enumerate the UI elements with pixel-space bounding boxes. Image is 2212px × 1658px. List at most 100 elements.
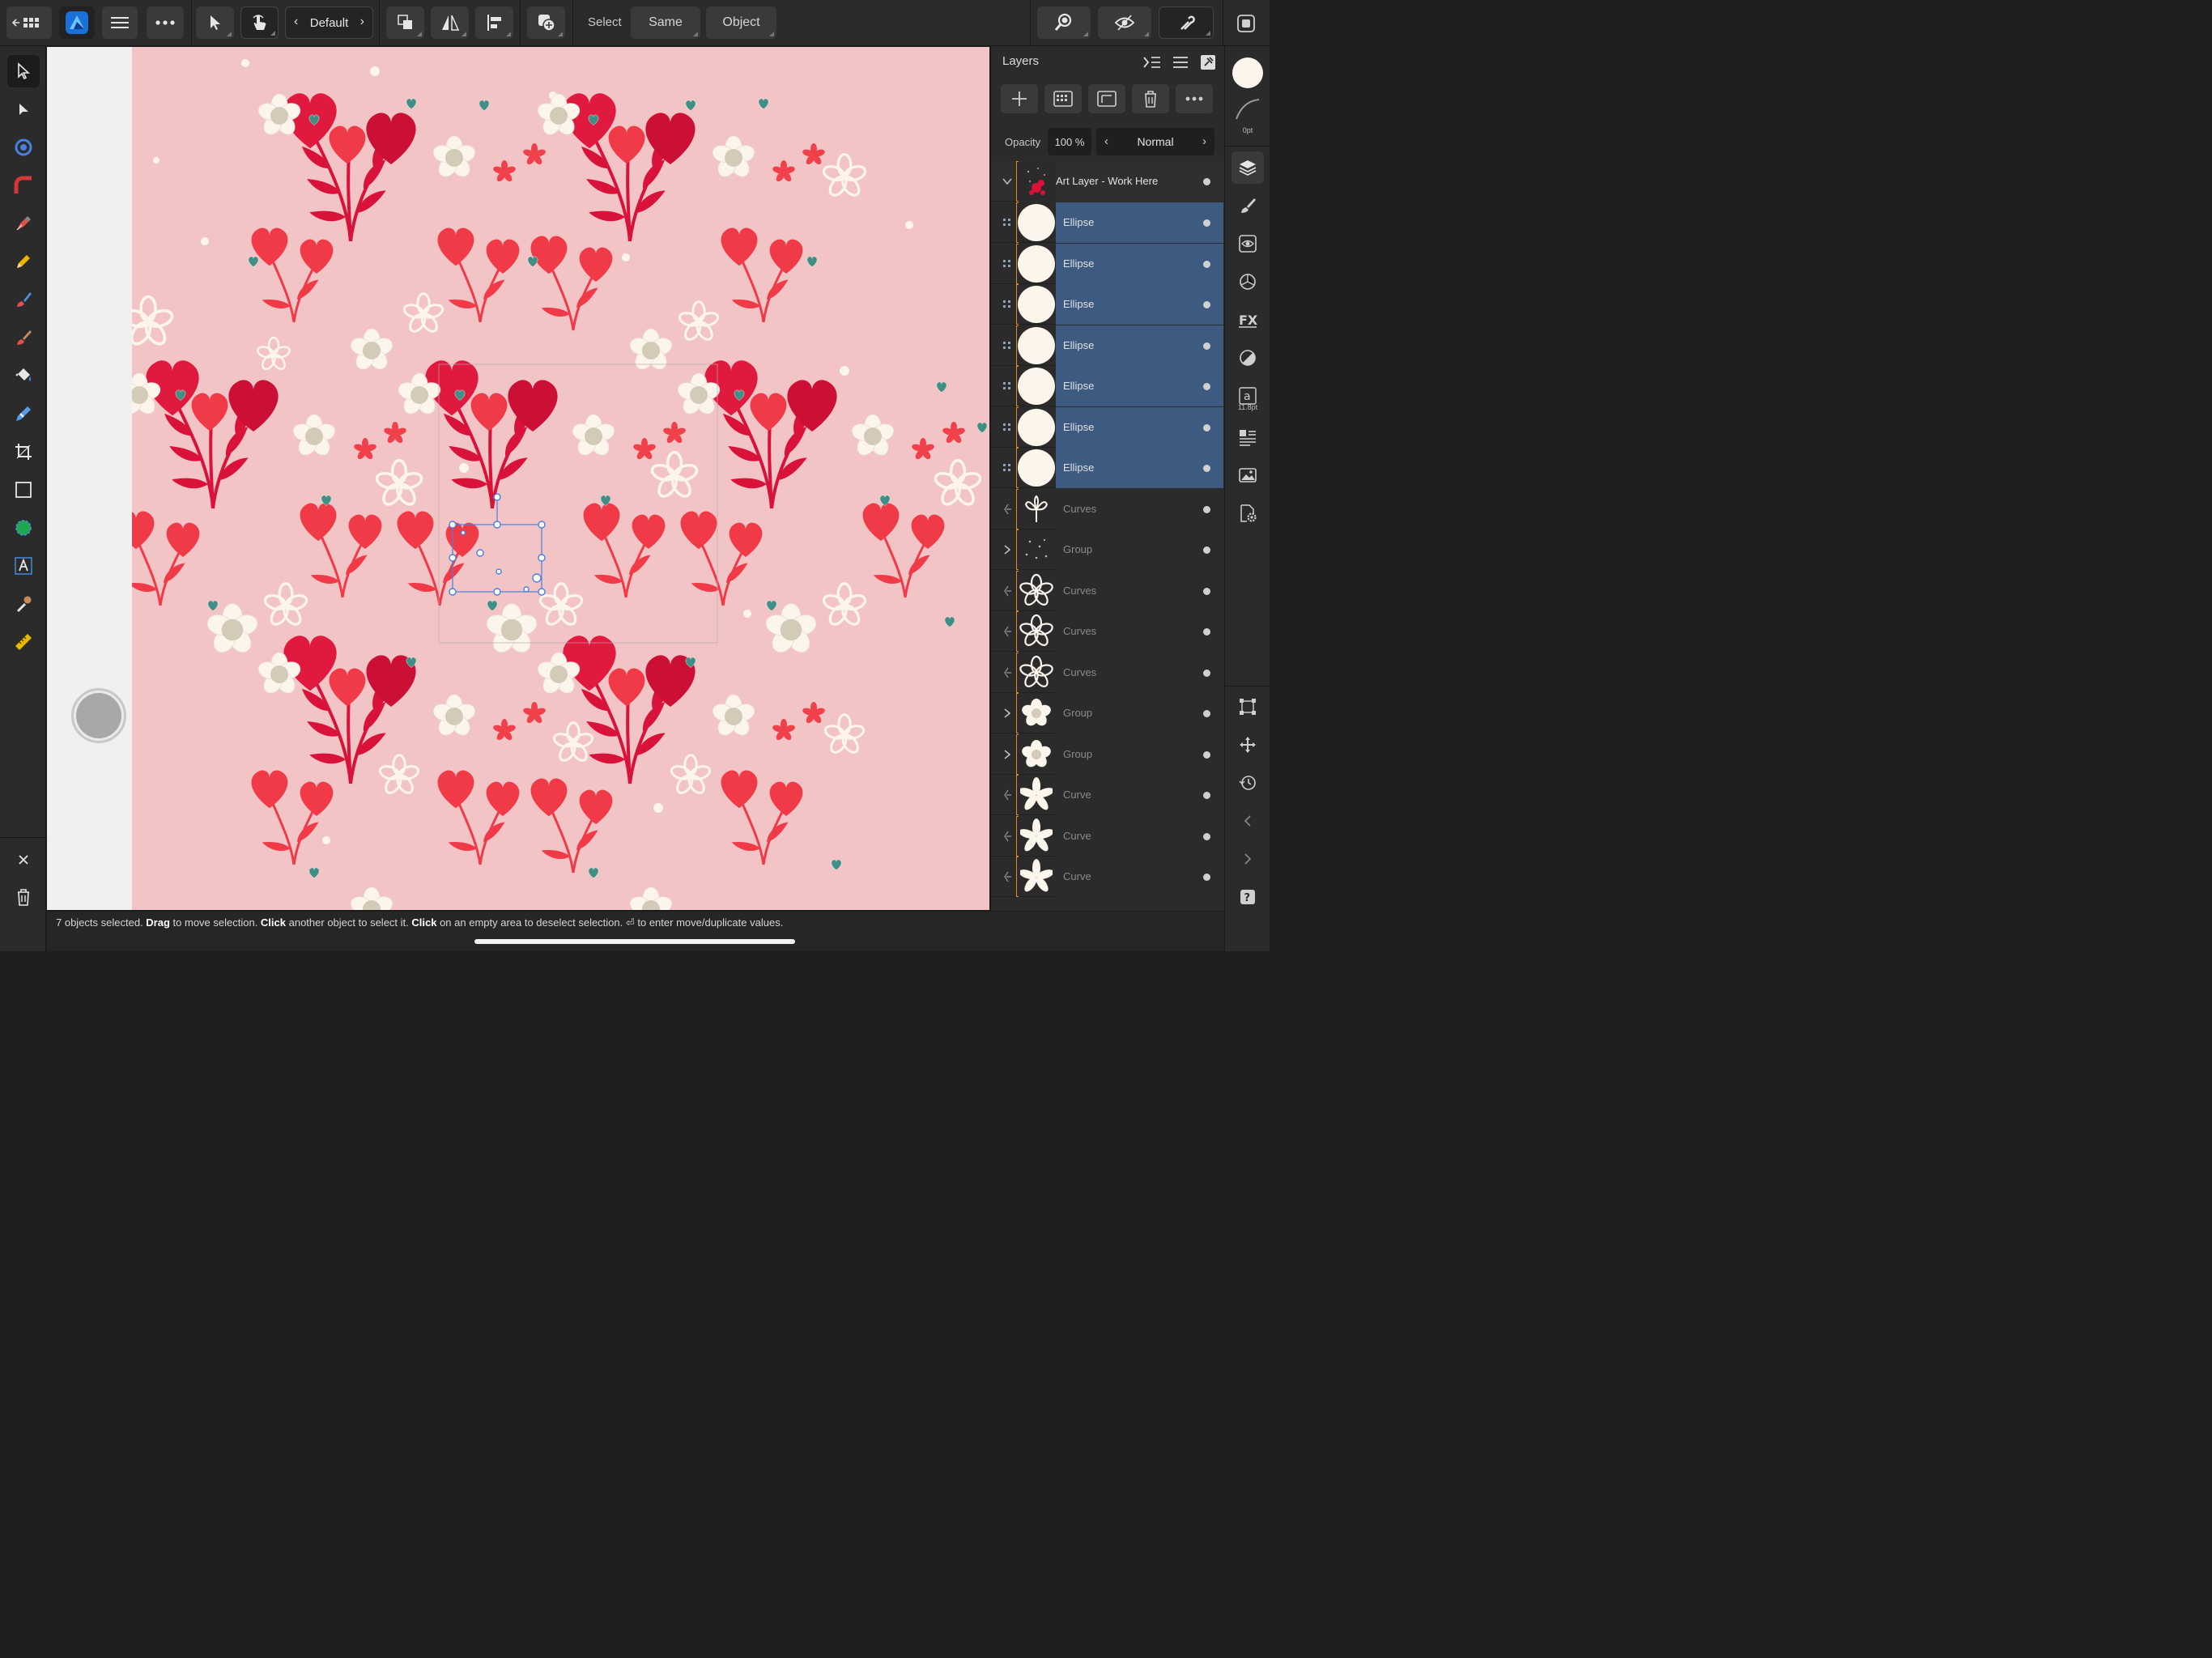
swatches-studio-button[interactable]: [1231, 266, 1264, 298]
layer-row[interactable]: Curves: [991, 652, 1224, 693]
layer-visibility-toggle[interactable]: [1203, 383, 1210, 390]
layer-visibility-toggle[interactable]: [1203, 546, 1210, 554]
layer-expand-toggle[interactable]: [1001, 298, 1014, 311]
measure-tool[interactable]: [7, 626, 40, 658]
floral-pattern-artwork[interactable]: [132, 47, 989, 910]
panel-collapse-button[interactable]: [1142, 53, 1162, 72]
layer-visibility-toggle[interactable]: [1203, 342, 1210, 350]
history-studio-button[interactable]: [1231, 767, 1264, 799]
layer-expand-toggle[interactable]: [1001, 257, 1014, 270]
layers-studio-button[interactable]: [1231, 151, 1264, 184]
select-object-button[interactable]: Object: [706, 6, 776, 39]
add-group-button[interactable]: [1088, 84, 1125, 113]
layer-visibility-toggle[interactable]: [1203, 750, 1210, 759]
pencil-tool[interactable]: [7, 245, 40, 278]
fullscreen-button[interactable]: [1237, 15, 1255, 32]
layer-visibility-toggle[interactable]: [1203, 505, 1210, 513]
layer-row[interactable]: Group: [991, 733, 1224, 775]
layer-expand-toggle[interactable]: [1001, 380, 1014, 393]
panel-menu-button[interactable]: [1171, 53, 1190, 72]
layer-expand-toggle[interactable]: [1001, 870, 1014, 883]
rail-scroll-down[interactable]: [1231, 843, 1264, 875]
add-pixel-layer-button[interactable]: [1044, 84, 1082, 113]
record-button[interactable]: [71, 688, 126, 743]
layer-expand-toggle[interactable]: [1001, 830, 1014, 843]
layer-row[interactable]: Ellipse: [991, 325, 1224, 366]
app-persona-button[interactable]: [59, 6, 95, 39]
layer-row[interactable]: Group: [991, 529, 1224, 570]
layer-row[interactable]: Ellipse: [991, 406, 1224, 448]
layer-expand-toggle[interactable]: [1001, 339, 1014, 352]
paragraph-studio-button[interactable]: [1231, 421, 1264, 453]
layer-options-button[interactable]: [1176, 84, 1213, 113]
layer-row[interactable]: Ellipse: [991, 284, 1224, 325]
layer-row[interactable]: Curve: [991, 815, 1224, 857]
chevron-left-icon[interactable]: ‹: [294, 15, 298, 29]
shape-tool[interactable]: [7, 512, 40, 544]
layer-row[interactable]: Curves: [991, 611, 1224, 652]
boolean-add-button[interactable]: [527, 6, 565, 39]
layer-row[interactable]: Ellipse: [991, 243, 1224, 284]
menu-button[interactable]: [102, 6, 138, 39]
arrange-button[interactable]: [386, 6, 424, 39]
layer-visibility-toggle[interactable]: [1203, 832, 1210, 840]
fill-tool[interactable]: [7, 359, 40, 392]
layer-expand-toggle[interactable]: [1001, 175, 1014, 188]
layer-row[interactable]: Curve: [991, 775, 1224, 815]
paint-brush-tool[interactable]: [7, 321, 40, 354]
rectangle-tool[interactable]: [7, 474, 40, 506]
layer-visibility-toggle[interactable]: [1203, 669, 1210, 677]
layer-visibility-toggle[interactable]: [1203, 423, 1210, 432]
layer-expand-toggle[interactable]: [1001, 461, 1014, 474]
persona-selector[interactable]: ‹ Default ›: [285, 6, 373, 39]
selection-mode-button[interactable]: [196, 6, 234, 39]
color-picker-tool[interactable]: [7, 588, 40, 620]
layer-row[interactable]: Curves: [991, 570, 1224, 611]
settings-studio-button[interactable]: [1231, 497, 1264, 529]
help-button[interactable]: ?: [1231, 881, 1264, 913]
layer-expand-toggle[interactable]: [1001, 748, 1014, 761]
magnet-snapping-button[interactable]: [1159, 6, 1214, 39]
corner-tool[interactable]: [7, 169, 40, 202]
back-to-gallery-button[interactable]: [6, 6, 52, 39]
layer-expand-toggle[interactable]: [1001, 585, 1014, 597]
layer-visibility-toggle[interactable]: [1203, 587, 1210, 595]
delete-button[interactable]: [7, 881, 40, 913]
layer-row[interactable]: Ellipse: [991, 448, 1224, 488]
more-options-button[interactable]: [147, 6, 184, 39]
layer-visibility-toggle[interactable]: [1203, 792, 1210, 799]
appearance-studio-button[interactable]: [1231, 227, 1264, 260]
chevron-left-icon[interactable]: ‹: [1104, 134, 1108, 148]
view-mode-button[interactable]: [1037, 6, 1091, 39]
pen-tool[interactable]: [7, 207, 40, 240]
artboard[interactable]: [132, 47, 989, 910]
vector-brush-tool[interactable]: [7, 283, 40, 316]
layer-visibility-toggle[interactable]: [1203, 710, 1210, 717]
brushes-studio-button[interactable]: [1231, 189, 1264, 222]
home-indicator[interactable]: [474, 939, 795, 944]
gesture-mode-button[interactable]: [240, 6, 279, 39]
layer-visibility-toggle[interactable]: [1203, 301, 1210, 308]
assets-studio-button[interactable]: [1231, 459, 1264, 491]
transform-studio-button[interactable]: [1231, 691, 1264, 723]
layer-expand-toggle[interactable]: [1001, 216, 1014, 229]
opacity-field[interactable]: 100 %: [1048, 128, 1091, 155]
layer-expand-toggle[interactable]: [1001, 666, 1014, 679]
contour-tool[interactable]: [7, 131, 40, 164]
close-button[interactable]: [7, 844, 40, 876]
layer-visibility-toggle[interactable]: [1203, 219, 1210, 227]
layer-visibility-toggle[interactable]: [1203, 874, 1210, 881]
select-same-button[interactable]: Same: [631, 6, 700, 39]
layer-row[interactable]: Group: [991, 693, 1224, 733]
canvas-area[interactable]: [47, 47, 989, 910]
rail-scroll-up[interactable]: [1231, 805, 1264, 837]
chevron-right-icon[interactable]: ›: [1202, 134, 1206, 148]
layer-row[interactable]: Curve: [991, 857, 1224, 897]
fill-color-swatch[interactable]: [1232, 57, 1263, 88]
layer-row[interactable]: Art Layer - Work Here: [991, 161, 1224, 202]
layer-visibility-toggle[interactable]: [1203, 628, 1210, 636]
align-button[interactable]: [475, 6, 513, 39]
layer-visibility-toggle[interactable]: [1203, 465, 1210, 472]
color-studio-button[interactable]: [1231, 342, 1264, 374]
layer-visibility-toggle[interactable]: [1203, 260, 1210, 268]
